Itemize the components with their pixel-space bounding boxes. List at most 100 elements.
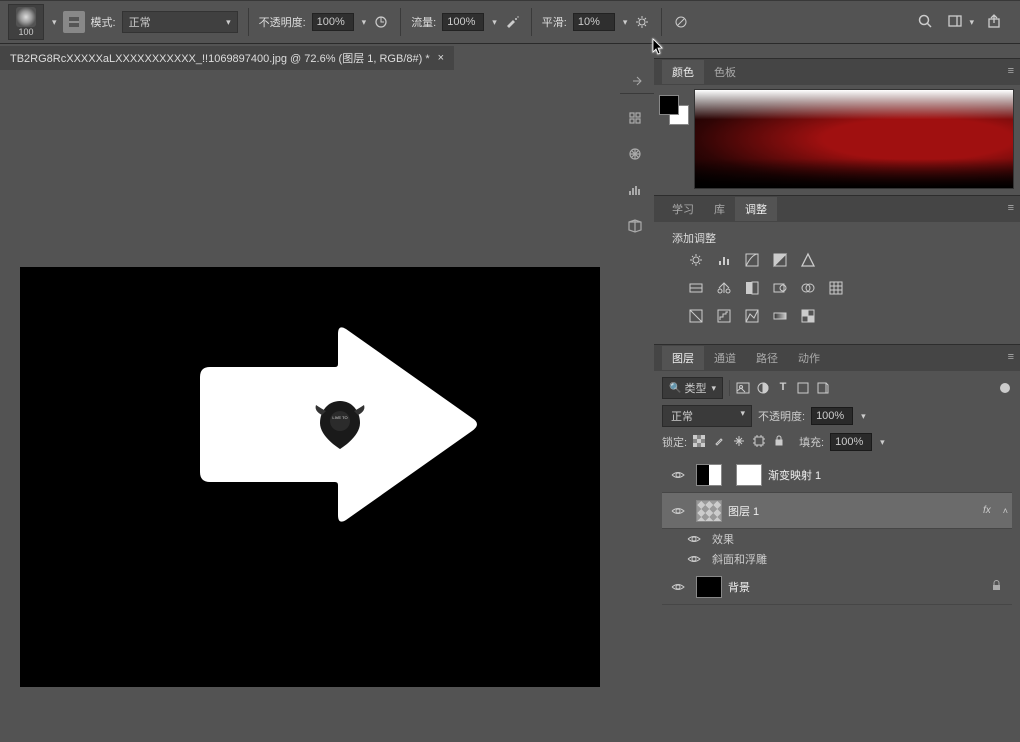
exposure-icon[interactable]	[772, 252, 790, 270]
chevron-down-icon[interactable]: ▾	[623, 17, 628, 28]
smoothing-gear-icon[interactable]	[633, 13, 651, 31]
tab-color[interactable]: 颜色	[662, 60, 704, 84]
share-icon[interactable]	[986, 13, 1004, 31]
fg-bg-swatches[interactable]	[654, 85, 694, 195]
filter-toggle[interactable]	[1000, 383, 1010, 393]
visibility-toggle[interactable]	[666, 580, 690, 594]
tab-library[interactable]: 库	[704, 197, 735, 221]
filter-smart-icon[interactable]	[816, 381, 830, 395]
layer-filter-dropdown[interactable]: 🔍 类型 ▾	[662, 377, 723, 399]
document-tab-title: TB2RG8RcXXXXXaLXXXXXXXXXXX_!!1069897400.…	[10, 50, 430, 66]
layer-fill-input[interactable]: 100%	[830, 433, 872, 451]
tab-adjustments[interactable]: 调整	[735, 197, 777, 221]
filter-image-icon[interactable]	[736, 381, 750, 395]
histogram-panel-icon[interactable]	[627, 182, 647, 202]
filter-type-icon[interactable]: T	[776, 381, 790, 395]
layer-opacity-input[interactable]: 100%	[811, 407, 853, 425]
history-panel-icon[interactable]	[627, 110, 647, 130]
threshold-icon[interactable]	[744, 308, 762, 326]
canvas-area: LIVE TO	[0, 72, 620, 742]
lock-icon	[985, 580, 1008, 594]
effects-label: 效果	[712, 531, 734, 547]
filter-adjust-icon[interactable]	[756, 381, 770, 395]
expand-rail-icon[interactable]	[620, 74, 654, 94]
tab-paths[interactable]: 路径	[746, 346, 788, 370]
canvas-viewport[interactable]: LIVE TO	[0, 72, 620, 742]
foreground-swatch[interactable]	[659, 95, 679, 115]
chevron-down-icon[interactable]: ▾	[362, 17, 367, 28]
navigator-panel-icon[interactable]	[627, 146, 647, 166]
layer-name: 背景	[728, 579, 979, 595]
close-icon[interactable]: ×	[438, 52, 444, 64]
color-balance-icon[interactable]	[716, 280, 734, 298]
layer-item-layer1[interactable]: 图层 1 fx ˄	[662, 493, 1012, 529]
panel-menu-icon[interactable]: ≡	[1008, 202, 1014, 214]
collapsed-panel-rail	[620, 58, 654, 238]
lock-transparency-icon[interactable]	[693, 435, 707, 449]
bw-icon[interactable]	[744, 280, 762, 298]
smoothing-input[interactable]: 10%	[573, 13, 615, 31]
levels-icon[interactable]	[716, 252, 734, 270]
chevron-collapse-icon[interactable]: ˄	[1003, 506, 1008, 516]
layer-fx-badge[interactable]: fx	[983, 505, 995, 516]
layer-thumbnail	[696, 500, 722, 522]
workspace-icon[interactable]	[947, 13, 965, 31]
chevron-down-icon[interactable]: ▾	[969, 17, 974, 28]
layer-item-background[interactable]: 背景	[662, 569, 1012, 605]
invert-icon[interactable]	[688, 308, 706, 326]
separator	[531, 8, 532, 36]
lock-artboard-icon[interactable]	[753, 435, 767, 449]
panel-menu-icon[interactable]: ≡	[1008, 65, 1014, 77]
brush-preset-picker[interactable]: 100	[8, 4, 44, 40]
lock-paint-icon[interactable]	[713, 435, 727, 449]
chevron-down-icon[interactable]: ▾	[492, 17, 497, 28]
layer-effects-row[interactable]: 效果	[662, 529, 1012, 549]
layer-thumbnail	[696, 576, 722, 598]
blend-mode-dropdown[interactable]: 正常 ▾	[122, 11, 238, 33]
options-bar: 100 ▾ 模式: 正常 ▾ 不透明度: 100% ▾ 流量: 100% ▾ 平…	[0, 0, 1020, 44]
curves-icon[interactable]	[744, 252, 762, 270]
brush-settings-icon[interactable]	[63, 11, 85, 33]
document-tab[interactable]: TB2RG8RcXXXXXaLXXXXXXXXXXX_!!1069897400.…	[0, 46, 454, 70]
color-spectrum[interactable]	[694, 89, 1014, 189]
chevron-down-icon[interactable]: ▾	[861, 411, 866, 422]
posterize-icon[interactable]	[716, 308, 734, 326]
layer-item-gradient-map[interactable]: 渐变映射 1	[662, 457, 1012, 493]
color-lookup-icon[interactable]	[828, 280, 846, 298]
airbrush-icon[interactable]	[503, 13, 521, 31]
tab-layers[interactable]: 图层	[662, 346, 704, 370]
chevron-down-icon[interactable]: ▾	[880, 437, 885, 448]
opacity-input[interactable]: 100%	[312, 13, 354, 31]
channel-mixer-icon[interactable]	[800, 280, 818, 298]
tab-channels[interactable]: 通道	[704, 346, 746, 370]
lock-all-icon[interactable]	[773, 435, 787, 449]
chevron-down-icon[interactable]: ▾	[52, 17, 57, 28]
search-icon[interactable]	[917, 13, 935, 31]
tab-swatches[interactable]: 色板	[704, 60, 746, 84]
brightness-icon[interactable]	[688, 252, 706, 270]
adjust-panel-body: 添加调整	[654, 222, 1020, 344]
flow-input[interactable]: 100%	[442, 13, 484, 31]
chevron-down-icon: ▾	[740, 408, 745, 424]
visibility-toggle[interactable]	[666, 468, 690, 482]
selective-color-icon[interactable]	[800, 308, 818, 326]
layer-blend-mode-dropdown[interactable]: 正常 ▾	[662, 405, 752, 427]
filter-shape-icon[interactable]	[796, 381, 810, 395]
gradient-map-icon[interactable]	[772, 308, 790, 326]
right-panels: 颜色 色板 ≡ 学习 库 调整 ≡ 添加调整	[654, 58, 1020, 742]
panel-menu-icon[interactable]: ≡	[1008, 351, 1014, 363]
visibility-toggle[interactable]	[666, 504, 690, 518]
vibrance-icon[interactable]	[800, 252, 818, 270]
layer-effect-bevel[interactable]: 斜面和浮雕	[662, 549, 1012, 569]
info-panel-icon[interactable]	[627, 218, 647, 238]
tab-actions[interactable]: 动作	[788, 346, 830, 370]
tab-learn[interactable]: 学习	[662, 197, 704, 221]
chevron-down-icon: ▾	[226, 17, 231, 28]
hue-icon[interactable]	[688, 280, 706, 298]
pressure-opacity-icon[interactable]	[372, 13, 390, 31]
pressure-size-icon[interactable]	[672, 13, 690, 31]
photo-filter-icon[interactable]	[772, 280, 790, 298]
document-canvas[interactable]: LIVE TO	[20, 267, 600, 687]
lock-position-icon[interactable]	[733, 435, 747, 449]
color-panel-tabs: 颜色 色板 ≡	[654, 59, 1020, 85]
